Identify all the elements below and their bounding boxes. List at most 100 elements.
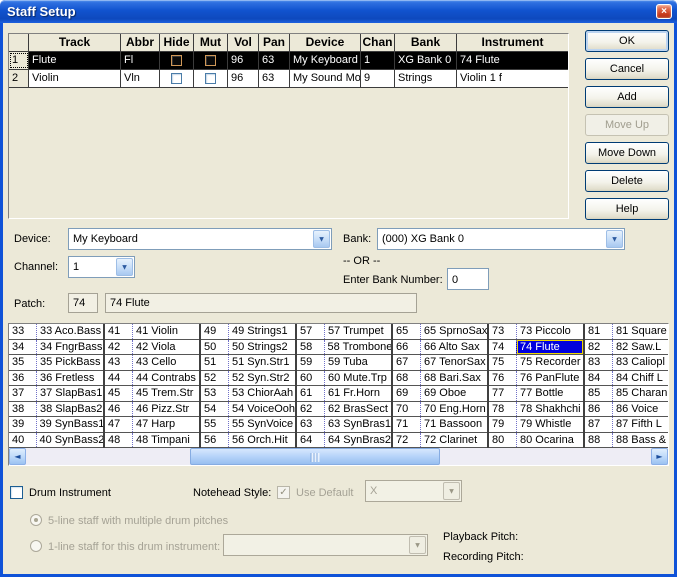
patch-name-cell[interactable]: 59 Tuba [324,355,391,370]
patch-name-cell[interactable]: 61 Fr.Horn [324,386,391,401]
patch-name-cell[interactable]: 37 SlapBas1 [36,386,103,401]
patch-name-cell[interactable]: 56 Orch.Hit [228,433,295,448]
patch-name-cell[interactable]: 77 Bottle [516,386,583,401]
patch-name-cell[interactable]: 82 Saw.L [612,340,669,355]
patch-number-cell[interactable]: 83 [585,355,612,370]
patch-name-cell[interactable]: 45 Trem.Str [132,386,199,401]
patch-name-cell[interactable]: 71 Bassoon [420,417,487,432]
patch-name-cell[interactable]: 52 Syn.Str2 [228,371,295,386]
patch-number-cell[interactable]: 67 [393,355,420,370]
patch-number-cell[interactable]: 43 [105,355,132,370]
patch-name-cell[interactable]: 78 Shakhchi [516,402,583,417]
patch-number-cell[interactable]: 60 [297,371,324,386]
patch-number-cell[interactable]: 52 [201,371,228,386]
patch-name-cell[interactable]: 73 Piccolo [516,324,583,339]
patch-number-cell[interactable]: 81 [585,324,612,339]
chevron-down-icon[interactable]: ▼ [313,230,330,248]
patch-number-cell[interactable]: 41 [105,324,132,339]
patch-name-cell[interactable]: 38 SlapBas2 [36,402,103,417]
patch-name-cell[interactable]: 84 Chiff L [612,371,669,386]
patch-name-cell[interactable]: 86 Voice [612,402,669,417]
patch-name-cell[interactable]: 49 Strings1 [228,324,295,339]
patch-number-cell[interactable]: 35 [9,355,36,370]
patch-number-cell[interactable]: 44 [105,371,132,386]
patch-number-cell[interactable]: 86 [585,402,612,417]
patch-number-cell[interactable]: 78 [489,402,516,417]
patch-name-cell[interactable]: 41 Violin [132,324,199,339]
delete-button[interactable]: Delete [585,170,669,192]
patch-name-cell[interactable]: 85 Charan [612,386,669,401]
patch-name-cell[interactable]: 88 Bass & [612,433,669,448]
patch-number-cell[interactable]: 82 [585,340,612,355]
patch-number-cell[interactable]: 47 [105,417,132,432]
patch-number-cell[interactable]: 37 [9,386,36,401]
patch-name-cell[interactable]: 46 Pizz.Str [132,402,199,417]
bank-combobox[interactable]: (000) XG Bank 0 ▼ [377,228,625,250]
patch-name-cell[interactable]: 65 SprnoSax [420,324,487,339]
patch-name-cell[interactable]: 50 Strings2 [228,340,295,355]
patch-number-cell[interactable]: 70 [393,402,420,417]
patch-number-cell[interactable]: 66 [393,340,420,355]
patch-number-cell[interactable]: 54 [201,402,228,417]
close-icon[interactable]: × [656,4,672,19]
scroll-left-icon[interactable]: ◄ [9,448,26,465]
mut-checkbox[interactable] [205,55,216,66]
patch-number-cell[interactable]: 50 [201,340,228,355]
patch-number-cell[interactable]: 73 [489,324,516,339]
patch-number-cell[interactable]: 62 [297,402,324,417]
patch-name-cell[interactable]: 81 Square [612,324,669,339]
patch-number-cell[interactable]: 65 [393,324,420,339]
patch-number-cell[interactable]: 49 [201,324,228,339]
patch-number-cell[interactable]: 46 [105,402,132,417]
patch-number-cell[interactable]: 63 [297,417,324,432]
patch-number-cell[interactable]: 80 [489,433,516,448]
patch-name-cell[interactable]: 79 Whistle [516,417,583,432]
add-button[interactable]: Add [585,86,669,108]
patch-name-cell[interactable]: 36 Fretless [36,371,103,386]
bank-number-input[interactable] [447,268,489,290]
device-combobox[interactable]: My Keyboard ▼ [68,228,332,250]
scroll-right-icon[interactable]: ► [651,448,668,465]
patch-name-cell[interactable]: 72 Clarinet [420,433,487,448]
patch-name-cell[interactable]: 35 PickBass [36,355,103,370]
patch-name-cell[interactable]: 40 SynBass2 [36,433,104,448]
move-down-button[interactable]: Move Down [585,142,669,164]
patch-name-cell[interactable]: 58 Trombone [324,340,392,355]
patch-name-cell[interactable]: 51 Syn.Str1 [228,355,295,370]
patch-name-cell[interactable]: 47 Harp [132,417,199,432]
patch-number-cell[interactable]: 58 [297,340,324,355]
patch-number-cell[interactable]: 36 [9,371,36,386]
patch-number-cell[interactable]: 75 [489,355,516,370]
patch-name-cell[interactable]: 53 ChiorAah [228,386,295,401]
patch-name-cell[interactable]: 33 Aco.Bass [36,324,103,339]
patch-name-cell[interactable]: 74 Flute [516,340,583,355]
patch-number-cell[interactable]: 84 [585,371,612,386]
patch-name-cell[interactable]: 76 PanFlute [516,371,583,386]
patch-name-cell[interactable]: 80 Ocarina [516,433,583,448]
channel-combobox[interactable]: 1 ▼ [68,256,135,278]
patch-name-cell[interactable]: 62 BrasSect [324,402,391,417]
patch-name-cell[interactable]: 64 SynBras2 [324,433,391,448]
patch-number-cell[interactable]: 48 [105,433,132,448]
ok-button[interactable]: OK [585,30,669,52]
patch-name-cell[interactable]: 60 Mute.Trp [324,371,391,386]
patch-number-cell[interactable]: 64 [297,433,324,448]
patch-number-cell[interactable]: 59 [297,355,324,370]
patch-number-cell[interactable]: 79 [489,417,516,432]
patch-number-cell[interactable]: 68 [393,371,420,386]
horizontal-scrollbar[interactable]: ◄ ► [9,448,668,465]
help-button[interactable]: Help [585,198,669,220]
patch-number-cell[interactable]: 55 [201,417,228,432]
patch-number-cell[interactable]: 51 [201,355,228,370]
patch-number-cell[interactable]: 53 [201,386,228,401]
patch-number-cell[interactable]: 42 [105,340,132,355]
patch-name-cell[interactable]: 44 Contrabs [132,371,199,386]
patch-name-cell[interactable]: 69 Oboe [420,386,487,401]
patch-number-cell[interactable]: 85 [585,386,612,401]
patch-name-cell[interactable]: 66 Alto Sax [420,340,487,355]
chevron-down-icon[interactable]: ▼ [606,230,623,248]
patch-number-cell[interactable]: 88 [585,433,612,448]
patch-number-cell[interactable]: 34 [9,340,36,355]
patch-number-cell[interactable]: 69 [393,386,420,401]
cancel-button[interactable]: Cancel [585,58,669,80]
